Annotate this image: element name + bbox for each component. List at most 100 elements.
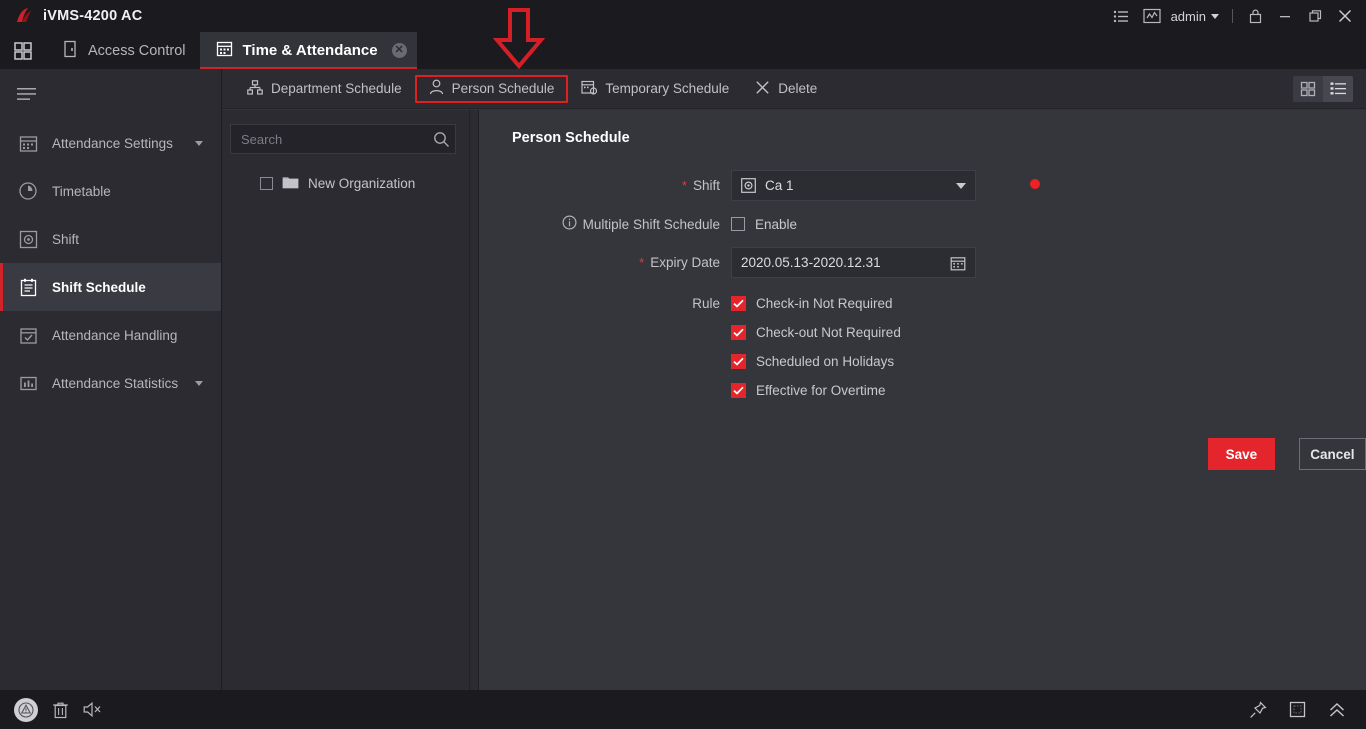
sidebar-item-label: Shift (52, 231, 80, 247)
person-icon (429, 79, 444, 98)
rule-checkbox[interactable] (731, 325, 746, 340)
tree-node-new-organization[interactable]: New Organization (222, 170, 469, 196)
sidebar-item-label: Attendance Handling (52, 327, 178, 343)
multiple-shift-label: Multiple Shift Schedule (582, 216, 720, 232)
alert-warning-icon[interactable] (14, 697, 38, 722)
form-row-multiple-shift: Multiple Shift Schedule Enable (479, 215, 1366, 233)
pin-icon[interactable] (1249, 700, 1267, 719)
close-icon[interactable] (1330, 0, 1360, 32)
chevron-down-icon (195, 380, 203, 386)
toolbar-temporary-schedule[interactable]: Temporary Schedule (568, 75, 742, 103)
app-branding: iVMS-4200 AC (0, 6, 142, 26)
rule-checkout-not-required[interactable]: Check-out Not Required (731, 325, 901, 340)
clock-icon (17, 180, 39, 202)
toolbar-label: Delete (778, 81, 818, 96)
sidebar-item-label: Attendance Settings (52, 135, 173, 151)
tab-close-icon[interactable]: ✕ (391, 43, 407, 58)
user-menu[interactable]: admin (1167, 9, 1225, 24)
status-right-icons (1249, 700, 1366, 719)
cancel-button[interactable]: Cancel (1298, 438, 1366, 470)
form-row-rule-4: Effective for Overtime (479, 383, 1366, 398)
multiple-shift-enable[interactable]: Enable (731, 217, 797, 232)
status-bar (0, 690, 1366, 729)
multiple-shift-label-wrap: Multiple Shift Schedule (479, 215, 731, 233)
rule-checkbox[interactable] (731, 383, 746, 398)
search-input[interactable] (231, 131, 427, 147)
toolbar-label: Department Schedule (271, 81, 402, 96)
lock-icon[interactable] (1240, 0, 1270, 32)
rule-effective-for-overtime[interactable]: Effective for Overtime (731, 383, 886, 398)
temp-calendar-icon (581, 79, 598, 98)
toolbar-person-schedule[interactable]: Person Schedule (414, 74, 569, 103)
rule-checkbox[interactable] (731, 354, 746, 369)
list-icon[interactable] (1107, 0, 1137, 32)
save-button[interactable]: Save (1208, 438, 1275, 470)
rule-label-text: Check-out Not Required (756, 325, 901, 340)
grid-view-icon[interactable] (1293, 76, 1323, 102)
chevron-down-icon (195, 140, 203, 146)
divider (1232, 9, 1233, 23)
calendar-check-icon (17, 324, 39, 346)
sidebar-item-attendance-statistics[interactable]: Attendance Statistics (0, 359, 221, 407)
org-tree-icon (247, 79, 263, 98)
rule-label-wrap: Rule (479, 296, 731, 311)
rule-checkin-not-required[interactable]: Check-in Not Required (731, 296, 893, 311)
application-window: iVMS-4200 AC admin Access Control Time &… (0, 0, 1366, 729)
folder-icon (282, 175, 299, 192)
list-view-icon[interactable] (1323, 75, 1353, 102)
calendar-picker-icon[interactable] (950, 255, 966, 271)
rule-scheduled-on-holidays[interactable]: Scheduled on Holidays (731, 354, 894, 369)
shift-select[interactable]: Ca 1 (731, 170, 976, 201)
speaker-muted-icon[interactable] (83, 701, 103, 718)
chevron-double-up-icon[interactable] (1328, 701, 1346, 719)
form-row-rule-1: Rule Check-in Not Required (479, 296, 1366, 311)
status-left-icons (0, 697, 103, 722)
tree-node-label: New Organization (308, 175, 416, 191)
statistics-icon[interactable] (1137, 0, 1167, 32)
sidebar-item-shift-schedule[interactable]: Shift Schedule (0, 263, 221, 311)
schedule-list-icon (17, 276, 39, 298)
sidebar-item-label: Attendance Statistics (52, 375, 179, 391)
titlebar-actions: admin (1107, 0, 1366, 32)
info-icon[interactable] (562, 215, 577, 233)
toolbar-department-schedule[interactable]: Department Schedule (234, 75, 415, 103)
tab-access-control[interactable]: Access Control (46, 32, 200, 69)
rule-checkbox[interactable] (731, 296, 746, 311)
view-mode-toggle (1293, 75, 1353, 102)
toolbar-delete[interactable]: Delete (742, 75, 830, 103)
user-name: admin (1170, 8, 1206, 24)
expiry-label-wrap: * Expiry Date (479, 255, 731, 270)
door-icon (62, 40, 78, 62)
sidebar: Attendance Settings Timetable Shift Shif… (0, 69, 222, 690)
form-row-shift: * Shift Ca 1 (479, 170, 1366, 201)
tree-node-checkbox[interactable] (260, 176, 273, 190)
rule-label-text: Scheduled on Holidays (756, 354, 895, 369)
rule-label-text: Check-in Not Required (756, 296, 893, 311)
tab-label: Access Control (88, 42, 186, 59)
chevron-down-icon (1211, 13, 1219, 19)
minimize-icon[interactable] (1270, 0, 1300, 32)
maximize-icon[interactable] (1300, 0, 1330, 32)
app-title: iVMS-4200 AC (43, 8, 143, 24)
person-schedule-form: * Shift Ca 1 Multiple Shift Schedule Ena… (479, 170, 1366, 470)
square-icon[interactable] (1289, 701, 1306, 718)
app-grid-icon[interactable] (0, 32, 46, 69)
rule-label: Rule (692, 296, 720, 311)
tab-label: Time & Attendance (242, 42, 378, 59)
hamburger-icon[interactable] (0, 69, 221, 119)
tree-scroll-separator[interactable] (470, 110, 479, 690)
shift-icon (17, 228, 39, 250)
tab-time-attendance[interactable]: Time & Attendance ✕ (199, 32, 417, 69)
trash-icon[interactable] (52, 701, 69, 719)
sidebar-item-attendance-handling[interactable]: Attendance Handling (0, 311, 221, 359)
search-icon[interactable] (427, 125, 455, 153)
enable-checkbox[interactable] (731, 217, 745, 231)
rule-label-text: Effective for Overtime (756, 383, 886, 398)
required-marker: * (681, 178, 687, 193)
sidebar-item-attendance-settings[interactable]: Attendance Settings (0, 119, 221, 167)
chart-calendar-icon (17, 372, 39, 394)
page-title: Person Schedule (512, 130, 630, 146)
expiry-date-input[interactable]: 2020.05.13-2020.12.31 (731, 247, 976, 278)
sidebar-item-timetable[interactable]: Timetable (0, 167, 221, 215)
sidebar-item-shift[interactable]: Shift (0, 215, 221, 263)
